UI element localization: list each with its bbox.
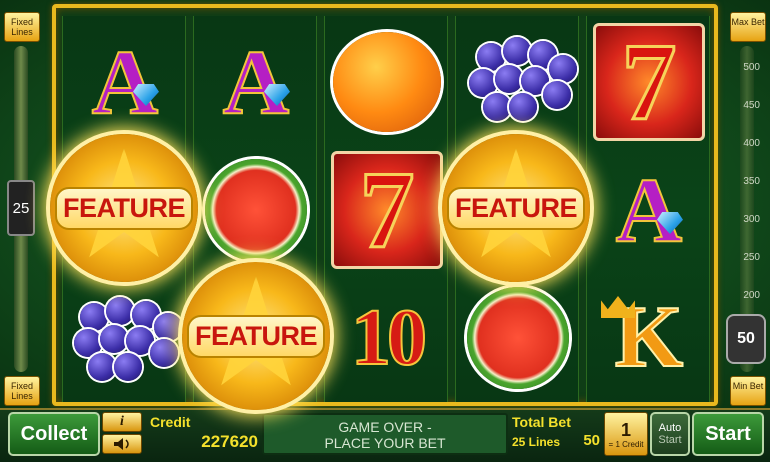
letter-a-glyph: A <box>615 159 683 261</box>
feature-coin: FEATURE <box>182 262 330 410</box>
seven-tile: 7 <box>331 151 443 269</box>
credit-label: Credit <box>150 414 191 430</box>
total-bet-label: Total Bet <box>512 414 571 430</box>
symbol-ten: 10 <box>325 274 449 402</box>
status-message-line1: GAME OVER - <box>338 419 432 435</box>
total-bet-value: 50 <box>583 432 600 449</box>
credit-value: 227620 <box>201 432 258 451</box>
seven-glyph: 7 <box>620 21 678 143</box>
bet-scale-300: 300 <box>743 214 760 225</box>
symbol-melon <box>190 144 322 276</box>
sound-button[interactable] <box>102 434 142 454</box>
feature-label: FEATURE <box>187 314 325 358</box>
status-message-line2: PLACE YOUR BET <box>324 435 446 451</box>
symbol-seven: 7 <box>587 18 711 146</box>
speaker-icon <box>114 438 129 450</box>
orange-icon <box>333 32 441 132</box>
collect-button[interactable]: Collect <box>8 412 100 456</box>
seven-glyph: 7 <box>358 149 416 271</box>
symbol-orange <box>325 18 449 146</box>
feature-coin: FEATURE <box>442 134 590 282</box>
lines-slider-handle[interactable]: 25 <box>7 180 35 236</box>
min-bet-button[interactable]: Min Bet <box>730 376 766 406</box>
info-button[interactable]: i <box>102 412 142 432</box>
status-message: GAME OVER - PLACE YOUR BET <box>262 413 508 455</box>
bet-scale-250: 250 <box>743 252 760 263</box>
autostart-label: Auto <box>658 422 682 434</box>
symbol-a: A <box>63 18 187 146</box>
reel-3: 7 10 <box>324 16 448 402</box>
fixed-lines-top-button[interactable]: Fixed Lines <box>4 12 40 42</box>
autostart-button[interactable]: Auto Start <box>650 412 690 456</box>
symbol-grapes <box>63 274 187 402</box>
ten-glyph: 10 <box>350 293 428 383</box>
max-bet-button[interactable]: Max Bet <box>730 12 766 42</box>
symbol-k: K <box>587 274 711 402</box>
symbol-a: A <box>587 146 711 274</box>
bet-scale-350: 350 <box>743 176 760 187</box>
symbol-seven: 7 <box>325 146 449 274</box>
bet-scale-450: 450 <box>743 100 760 111</box>
letter-a-glyph: A <box>222 31 290 133</box>
bet-scale-200: 200 <box>743 290 760 301</box>
denomination-value: 1 <box>620 419 631 440</box>
grapes-icon <box>463 27 577 137</box>
grapes-icon <box>70 283 182 393</box>
feature-label: FEATURE <box>55 186 193 230</box>
bet-scale-500: 500 <box>743 62 760 73</box>
feature-coin: FEATURE <box>50 134 198 282</box>
symbol-a: A <box>194 18 318 146</box>
fixed-lines-bottom-button[interactable]: Fixed Lines <box>4 376 40 406</box>
reel-5: 7 A K <box>586 16 710 402</box>
game-frame: A A 7 10 7 A K FEATURE FEATURE FEATURE F… <box>0 0 770 410</box>
symbol-grapes <box>456 18 580 146</box>
lines-count-label: 25 Lines <box>512 435 561 449</box>
letter-a-glyph: A <box>91 31 159 133</box>
autostart-sublabel: Start <box>658 434 682 446</box>
start-button[interactable]: Start <box>692 412 764 456</box>
seven-tile: 7 <box>593 23 705 141</box>
feature-label: FEATURE <box>447 186 585 230</box>
watermelon-icon <box>452 272 584 404</box>
symbol-melon <box>452 272 584 404</box>
denomination-button[interactable]: 1 = 1 Credit <box>604 412 648 456</box>
bet-scale-400: 400 <box>743 138 760 149</box>
watermelon-icon <box>190 144 322 276</box>
bet-slider-handle[interactable]: 50 <box>726 314 766 364</box>
denomination-label: = 1 Credit <box>608 439 644 449</box>
